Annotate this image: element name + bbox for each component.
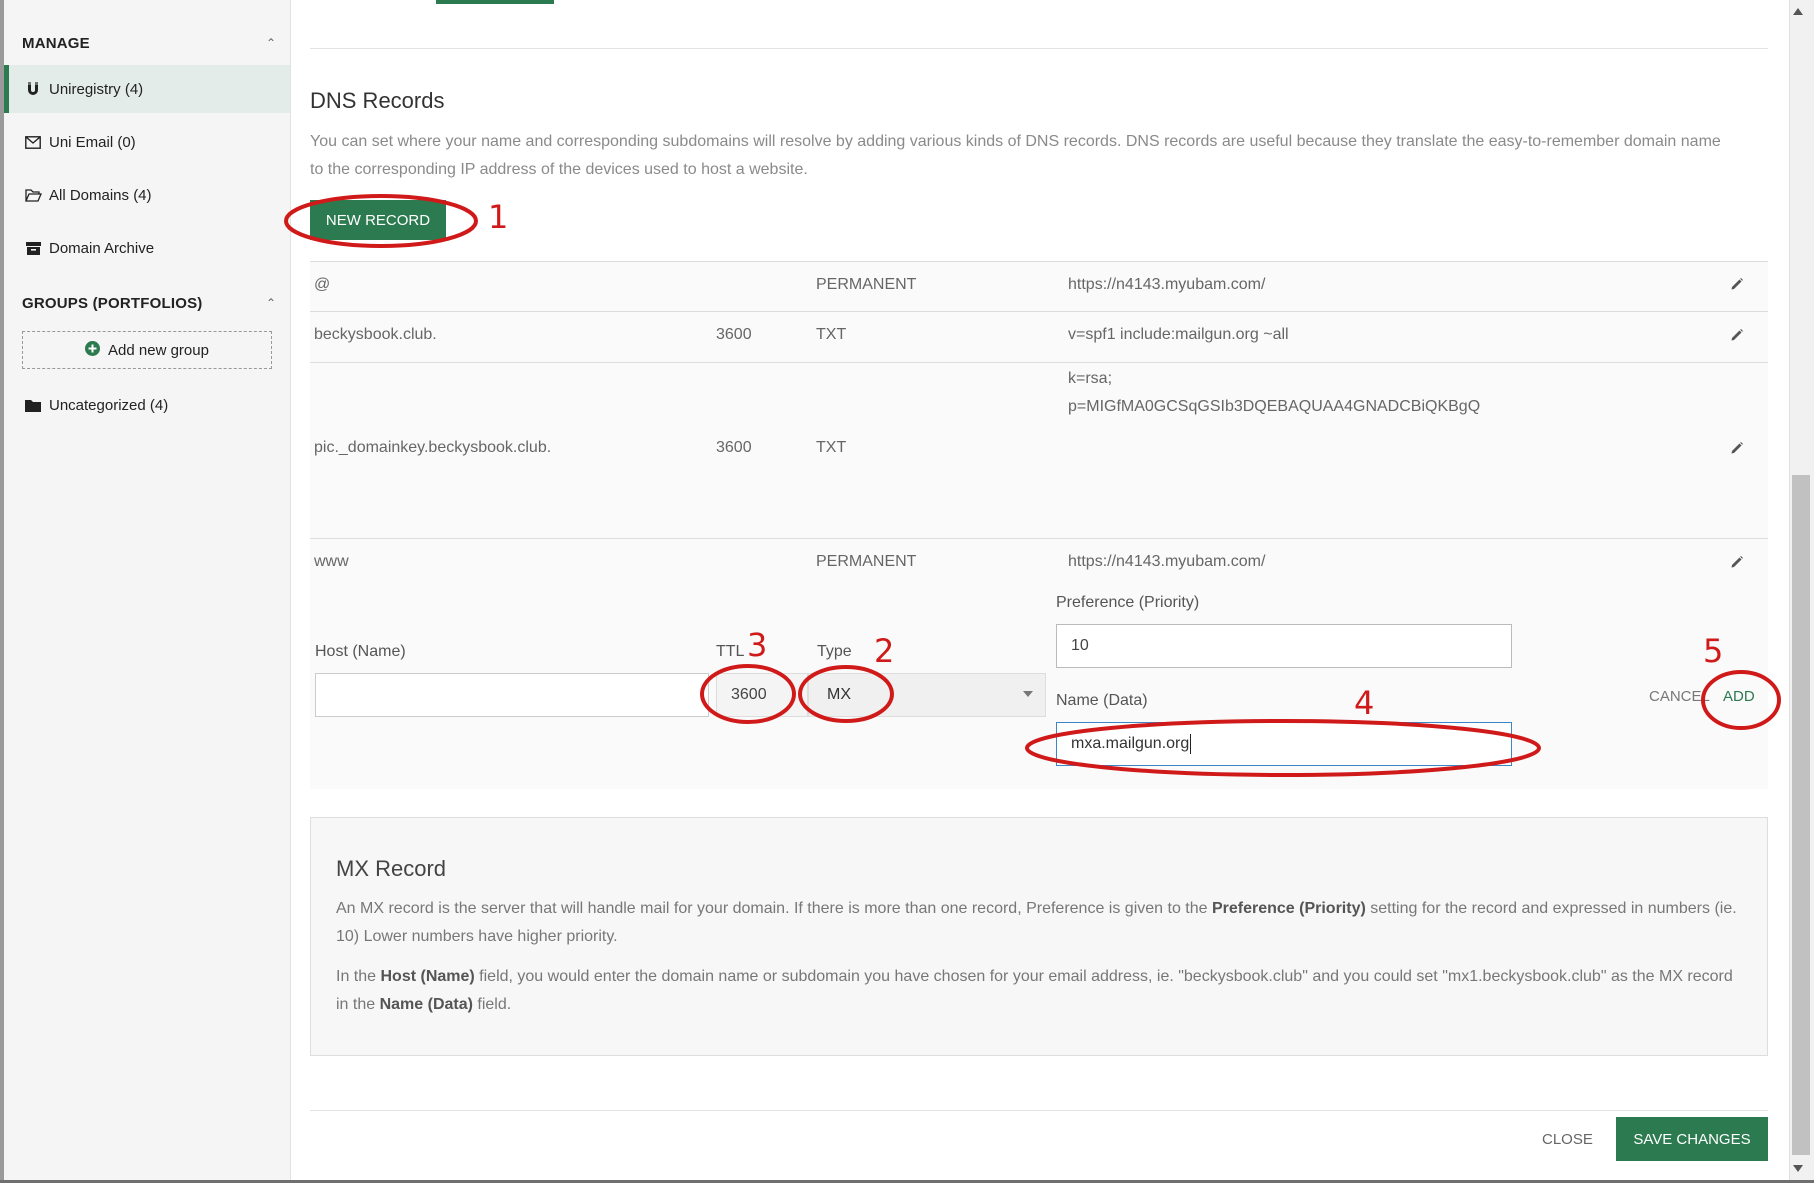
record-value: p=MIGfMA0GCSqGSIb3DQEBAQUAA4GNADCBiQKBgQ bbox=[1068, 398, 1481, 415]
record-value: v=spf1 include:mailgun.org ~all bbox=[1068, 326, 1289, 343]
sidebar-item-uniregistry[interactable]: Uniregistry (4) bbox=[4, 65, 290, 113]
ttl-input[interactable]: 3600 bbox=[716, 673, 808, 717]
sidebar-item-uncategorized[interactable]: Uncategorized (4) bbox=[4, 381, 290, 429]
table-row: www PERMANENT https://n4143.myubam.com/ bbox=[310, 538, 1768, 590]
annotation-number: 5 bbox=[1703, 632, 1724, 670]
record-type: PERMANENT bbox=[816, 276, 917, 293]
pencil-icon[interactable] bbox=[1730, 328, 1744, 347]
sidebar-item-label: Uniregistry (4) bbox=[49, 80, 144, 98]
pencil-icon[interactable] bbox=[1730, 277, 1744, 296]
record-host: pic._domainkey.beckysbook.club. bbox=[314, 439, 552, 456]
close-button[interactable]: CLOSE bbox=[1542, 1131, 1593, 1148]
table-row: beckysbook.club. 3600 TXT v=spf1 include… bbox=[310, 311, 1768, 362]
plus-circle-icon bbox=[85, 340, 101, 360]
name-data-input[interactable]: mxa.mailgun.org bbox=[1056, 722, 1512, 766]
folder-open-icon bbox=[23, 188, 43, 202]
sidebar-item-uni-email[interactable]: Uni Email (0) bbox=[4, 118, 290, 166]
divider bbox=[310, 1110, 1768, 1111]
sidebar-item-label: Uncategorized (4) bbox=[49, 396, 169, 414]
annotation-number: 2 bbox=[874, 632, 895, 670]
add-button[interactable]: ADD bbox=[1723, 688, 1755, 705]
chevron-up-icon[interactable]: ⌃ bbox=[266, 36, 276, 50]
add-group-label: Add new group bbox=[108, 341, 209, 359]
annotation-number: 3 bbox=[747, 626, 768, 664]
type-label: Type bbox=[817, 643, 852, 660]
record-value: k=rsa; bbox=[1068, 370, 1113, 387]
manage-heading: MANAGE bbox=[22, 35, 90, 52]
host-input[interactable] bbox=[315, 673, 709, 717]
name-data-label: Name (Data) bbox=[1056, 692, 1148, 709]
record-host: www bbox=[314, 553, 349, 570]
mx-record-info: MX Record An MX record is the server tha… bbox=[310, 817, 1768, 1056]
info-title: MX Record bbox=[336, 856, 447, 881]
info-paragraph: In the Host (Name) field, you would ente… bbox=[336, 968, 1733, 1013]
new-record-button[interactable]: NEW RECORD bbox=[310, 200, 446, 240]
save-changes-button[interactable]: SAVE CHANGES bbox=[1616, 1117, 1768, 1161]
sidebar: MANAGE ⌃ Uniregistry (4) Uni Email (0) A… bbox=[4, 0, 291, 1180]
sidebar-item-domain-archive[interactable]: Domain Archive bbox=[4, 224, 290, 272]
preference-input[interactable]: 10 bbox=[1056, 624, 1512, 668]
record-type: TXT bbox=[816, 439, 847, 456]
record-value: https://n4143.myubam.com/ bbox=[1068, 276, 1266, 293]
add-group-button[interactable]: Add new group bbox=[22, 331, 272, 369]
record-host: @ bbox=[314, 276, 331, 293]
preference-label: Preference (Priority) bbox=[1056, 594, 1200, 611]
info-paragraph: An MX record is the server that will han… bbox=[336, 900, 1737, 945]
ttl-label: TTL bbox=[716, 643, 745, 660]
sidebar-item-all-domains[interactable]: All Domains (4) bbox=[4, 171, 290, 219]
table-row: @ PERMANENT https://n4143.myubam.com/ bbox=[310, 261, 1768, 311]
divider bbox=[310, 48, 1768, 49]
sidebar-item-label: Domain Archive bbox=[49, 239, 155, 257]
text-cursor bbox=[1190, 734, 1192, 754]
dns-records-title: DNS Records bbox=[310, 88, 445, 113]
caret-down-icon bbox=[1023, 691, 1033, 697]
scroll-up-icon[interactable] bbox=[1793, 8, 1803, 15]
host-label: Host (Name) bbox=[315, 643, 406, 660]
scrollbar-thumb[interactable] bbox=[1792, 475, 1810, 1155]
envelope-icon bbox=[23, 135, 43, 149]
magnet-icon bbox=[23, 81, 43, 97]
annotation-number: 4 bbox=[1354, 684, 1375, 722]
type-select-value: MX bbox=[827, 686, 851, 703]
dns-records-description: You can set where your name and correspo… bbox=[310, 133, 1721, 178]
cancel-button[interactable]: CANCEL bbox=[1649, 688, 1710, 705]
record-type: TXT bbox=[816, 326, 847, 343]
record-ttl: 3600 bbox=[716, 439, 752, 456]
scroll-down-icon[interactable] bbox=[1793, 1165, 1803, 1172]
groups-heading: GROUPS (PORTFOLIOS) bbox=[22, 295, 203, 312]
record-ttl: 3600 bbox=[716, 326, 752, 343]
record-host: beckysbook.club. bbox=[314, 326, 437, 343]
sidebar-item-label: All Domains (4) bbox=[49, 186, 152, 204]
pencil-icon[interactable] bbox=[1730, 441, 1744, 460]
type-select[interactable]: MX bbox=[808, 673, 1046, 717]
chevron-up-icon[interactable]: ⌃ bbox=[266, 296, 276, 310]
table-row: pic._domainkey.beckysbook.club. 3600 TXT… bbox=[310, 362, 1768, 538]
pencil-icon[interactable] bbox=[1730, 555, 1744, 574]
folder-icon bbox=[23, 399, 43, 412]
record-value: https://n4143.myubam.com/ bbox=[1068, 553, 1266, 570]
archive-icon bbox=[23, 241, 43, 255]
sidebar-item-label: Uni Email (0) bbox=[49, 133, 136, 151]
annotation-number: 1 bbox=[488, 198, 509, 236]
record-type: PERMANENT bbox=[816, 553, 917, 570]
dns-records-table: @ PERMANENT https://n4143.myubam.com/ be… bbox=[310, 261, 1768, 590]
active-tab-indicator bbox=[436, 0, 554, 4]
name-data-value: mxa.mailgun.org bbox=[1071, 735, 1190, 752]
